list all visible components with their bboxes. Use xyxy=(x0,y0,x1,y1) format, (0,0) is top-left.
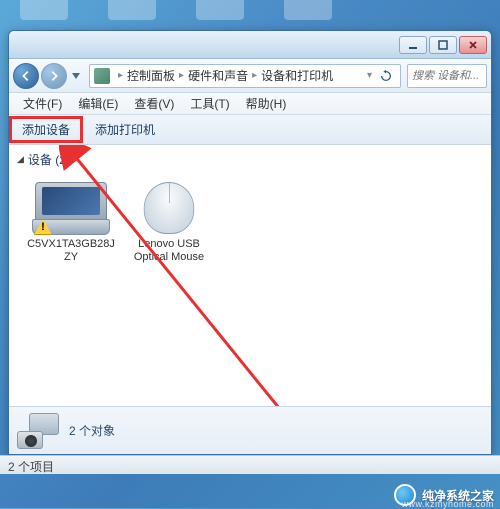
group-header-devices[interactable]: ◢ 设备 (2) xyxy=(9,145,491,174)
breadcrumb-separator: ▸ xyxy=(252,70,257,81)
device-item-mouse[interactable]: Lenovo USB Optical Mouse xyxy=(125,182,213,264)
menu-bar: 文件(F) 编辑(E) 查看(V) 工具(T) 帮助(H) xyxy=(9,93,491,115)
status-bar: 2 个项目 xyxy=(0,455,500,474)
menu-view[interactable]: 查看(V) xyxy=(126,93,182,114)
search-input[interactable] xyxy=(412,70,482,82)
breadcrumb-separator: ▸ xyxy=(118,70,123,81)
navigation-bar: ▸ 控制面板 ▸ 硬件和声音 ▸ 设备和打印机 ▾ xyxy=(9,59,491,93)
desktop-shortcut[interactable] xyxy=(284,0,332,20)
mouse-icon xyxy=(144,182,194,234)
minimize-button[interactable] xyxy=(399,36,427,54)
laptop-icon: ! xyxy=(35,182,107,234)
devices-printers-icon xyxy=(17,413,59,449)
content-area: ◢ 设备 (2) ! C5VX1TA3GB28JZY Lenovo USB Op… xyxy=(9,145,491,406)
address-bar[interactable]: ▸ 控制面板 ▸ 硬件和声音 ▸ 设备和打印机 ▾ xyxy=(89,64,401,88)
warning-icon: ! xyxy=(34,219,52,235)
collapse-arrow-icon: ◢ xyxy=(17,154,24,165)
location-icon xyxy=(94,68,110,84)
breadcrumb-item[interactable]: 控制面板 xyxy=(127,67,175,84)
command-toolbar: 添加设备 添加打印机 xyxy=(9,115,491,145)
breadcrumb-separator: ▸ xyxy=(179,70,184,81)
desktop-shortcut[interactable] xyxy=(20,0,68,20)
add-printer-button[interactable]: 添加打印机 xyxy=(83,117,167,142)
refresh-button[interactable] xyxy=(376,69,396,83)
status-text: 2 个项目 xyxy=(8,460,54,474)
menu-tools[interactable]: 工具(T) xyxy=(182,93,237,114)
device-label: Lenovo USB Optical Mouse xyxy=(125,238,213,264)
menu-file[interactable]: 文件(F) xyxy=(15,93,70,114)
desktop-shortcut[interactable] xyxy=(108,0,156,20)
device-label: C5VX1TA3GB28JZY xyxy=(27,238,115,264)
maximize-button[interactable] xyxy=(429,36,457,54)
breadcrumb-item[interactable]: 设备和打印机 xyxy=(261,67,333,84)
desktop-shortcut[interactable] xyxy=(196,0,244,20)
device-item-laptop[interactable]: ! C5VX1TA3GB28JZY xyxy=(27,182,115,264)
menu-help[interactable]: 帮助(H) xyxy=(238,93,295,114)
search-box[interactable] xyxy=(407,64,487,88)
breadcrumb-item[interactable]: 硬件和声音 xyxy=(188,67,248,84)
back-button[interactable] xyxy=(13,63,39,89)
breadcrumb-dropdown[interactable]: ▾ xyxy=(367,70,372,81)
details-text: 2 个对象 xyxy=(69,422,115,439)
add-device-button[interactable]: 添加设备 xyxy=(9,116,83,143)
close-button[interactable] xyxy=(459,36,487,54)
forward-button[interactable] xyxy=(41,63,67,89)
window-titlebar xyxy=(9,31,491,59)
history-dropdown[interactable] xyxy=(69,66,83,86)
group-label: 设备 (2) xyxy=(28,151,70,168)
details-pane: 2 个对象 xyxy=(9,406,491,454)
explorer-window: ▸ 控制面板 ▸ 硬件和声音 ▸ 设备和打印机 ▾ 文件(F) 编辑(E) 查看… xyxy=(8,30,492,455)
menu-edit[interactable]: 编辑(E) xyxy=(70,93,126,114)
